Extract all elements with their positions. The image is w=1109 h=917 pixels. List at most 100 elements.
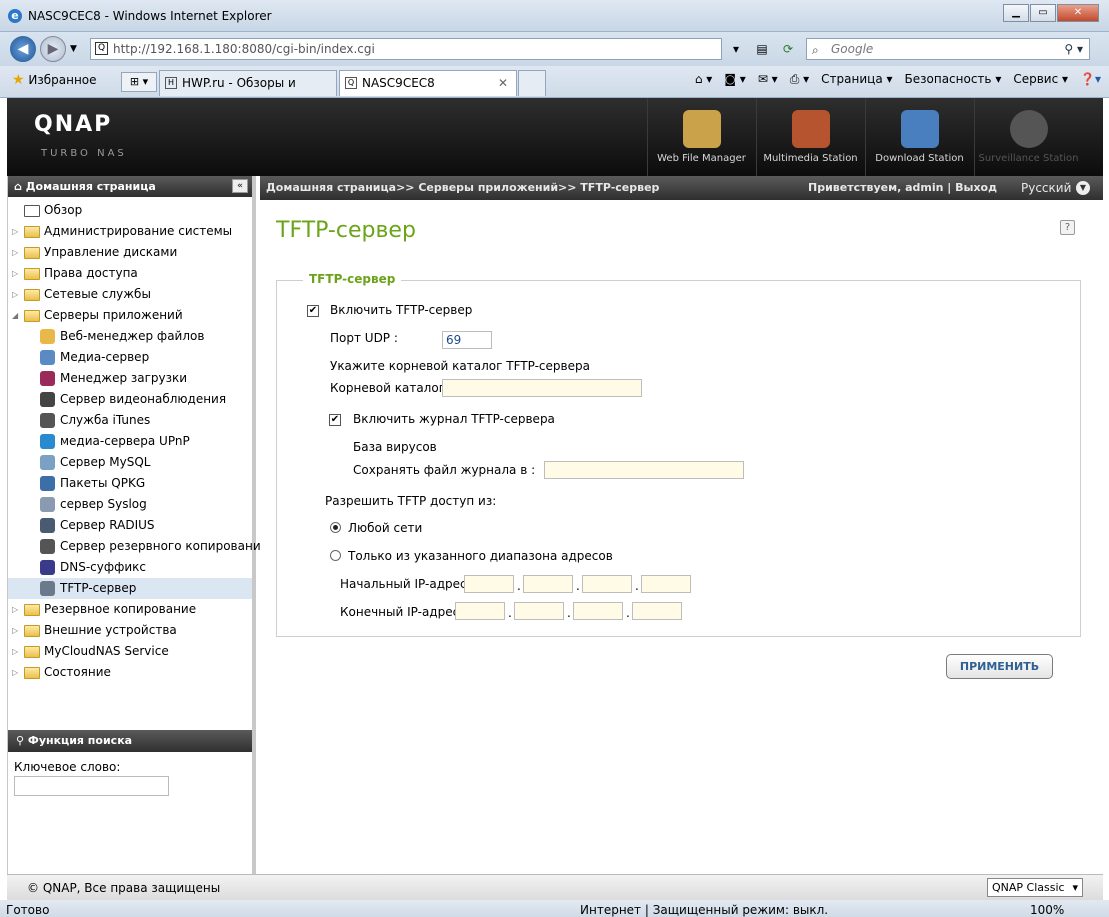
- end-ip-octet-3[interactable]: [573, 602, 623, 620]
- start-ip-octet-2[interactable]: [523, 575, 573, 593]
- back-button[interactable]: ◀: [10, 36, 36, 62]
- star-icon: ★: [12, 72, 25, 88]
- quick-tabs-icon[interactable]: ⊞ ▾: [121, 72, 157, 92]
- root-dir-input[interactable]: [442, 379, 642, 397]
- log-save-input[interactable]: [544, 461, 744, 479]
- sidebar-item[interactable]: ▷ Состояние: [8, 662, 252, 683]
- expanded-arrow-icon[interactable]: ◢: [12, 305, 18, 326]
- compatibility-view-icon[interactable]: ▤: [752, 39, 772, 59]
- sidebar-item[interactable]: ▷ Управление дисками: [8, 242, 252, 263]
- sidebar-item[interactable]: Медиа-сервер: [8, 347, 252, 368]
- search-field[interactable]: ⌕ Google ⚲ ▾: [806, 38, 1090, 60]
- start-ip-octet-1[interactable]: [464, 575, 514, 593]
- favorites-button[interactable]: ★ Избранное: [12, 72, 97, 88]
- refresh-icon[interactable]: ⟳: [778, 39, 798, 59]
- root-dir-label: Корневой каталог:: [330, 381, 450, 395]
- tab-nasc9cec8[interactable]: Q NASC9CEC8 ✕: [339, 70, 517, 96]
- sidebar-item[interactable]: DNS-суффикс: [8, 557, 252, 578]
- tab-hwp[interactable]: H HWP.ru - Обзоры и тесты...: [159, 70, 337, 114]
- station-surveillance[interactable]: Surveillance Station: [974, 98, 1082, 176]
- mail-icon[interactable]: ✉ ▾: [758, 72, 778, 87]
- search-icon[interactable]: ⚲ ▾: [1064, 39, 1083, 59]
- sidebar-item-label: сервер Syslog: [60, 497, 147, 511]
- copyright-text: © QNAP, Все права защищены: [27, 881, 221, 895]
- station-multimedia[interactable]: Multimedia Station: [756, 98, 864, 176]
- collapsed-arrow-icon[interactable]: ▷: [12, 242, 18, 263]
- collapsed-arrow-icon[interactable]: ▷: [12, 620, 18, 641]
- minimize-button[interactable]: ▁: [1003, 4, 1029, 22]
- sidebar-item[interactable]: Служба iTunes: [8, 410, 252, 431]
- sidebar-header[interactable]: ⌂ Домашняя страница «: [8, 176, 252, 197]
- sidebar-item[interactable]: Пакеты QPKG: [8, 473, 252, 494]
- search-panel-header: ⚲ Функция поиска: [8, 730, 252, 752]
- syslog-icon: [40, 497, 55, 512]
- zoom-level[interactable]: 100%: [1030, 903, 1064, 917]
- access-label: Разрешить TFTP доступ из:: [325, 494, 497, 508]
- help-icon[interactable]: ❓▾: [1080, 72, 1101, 87]
- sidebar-item[interactable]: ▷ Внешние устройства: [8, 620, 252, 641]
- collapse-sidebar-icon[interactable]: «: [232, 179, 248, 193]
- sidebar-item[interactable]: Менеджер загрузки: [8, 368, 252, 389]
- sidebar-item[interactable]: сервер Syslog: [8, 494, 252, 515]
- welcome-logout[interactable]: Приветствуем, admin | Выход: [808, 176, 997, 200]
- search-provider-icon: ⌕: [812, 43, 819, 57]
- sidebar-item[interactable]: ▷ Резервное копирование: [8, 599, 252, 620]
- new-tab-button[interactable]: [518, 70, 546, 96]
- enable-tftp-checkbox[interactable]: ✔: [307, 305, 319, 317]
- sidebar-item[interactable]: ◢ Серверы приложений: [8, 305, 252, 326]
- favorites-label: Избранное: [28, 73, 97, 87]
- station-download[interactable]: Download Station: [865, 98, 973, 176]
- sidebar-item[interactable]: TFTP-сервер: [8, 578, 252, 599]
- sidebar-item[interactable]: медиа-сервера UPnP: [8, 431, 252, 452]
- collapsed-arrow-icon[interactable]: ▷: [12, 263, 18, 284]
- help-icon[interactable]: ?: [1060, 220, 1075, 235]
- end-ip-octet-4[interactable]: [632, 602, 682, 620]
- sidebar-item[interactable]: Сервер видеонаблюдения: [8, 389, 252, 410]
- udp-port-input[interactable]: 69: [442, 331, 492, 349]
- breadcrumb[interactable]: Домашняя страница>> Серверы приложений>>…: [266, 181, 659, 194]
- url-field[interactable]: Q http://192.168.1.180:8080/cgi-bin/inde…: [90, 38, 722, 60]
- qnap-logo: QNAP: [34, 112, 113, 137]
- sidebar-item[interactable]: Обзор: [8, 200, 252, 221]
- sidebar-item[interactable]: Сервер MySQL: [8, 452, 252, 473]
- start-ip-octet-4[interactable]: [641, 575, 691, 593]
- any-network-radio[interactable]: [330, 522, 341, 533]
- menu-security[interactable]: Безопасность ▾: [905, 72, 1002, 87]
- enable-log-checkbox[interactable]: ✔: [329, 414, 341, 426]
- language-select[interactable]: Русский: [1021, 176, 1071, 200]
- collapsed-arrow-icon[interactable]: ▷: [12, 641, 18, 662]
- theme-select[interactable]: QNAP Classic ▾: [987, 878, 1083, 897]
- home-icon[interactable]: ⌂ ▾: [695, 72, 712, 87]
- close-tab-icon[interactable]: ✕: [498, 71, 508, 95]
- feeds-icon[interactable]: ◙ ▾: [724, 72, 745, 87]
- sidebar-item[interactable]: ▷ Сетевые службы: [8, 284, 252, 305]
- collapsed-arrow-icon[interactable]: ▷: [12, 221, 18, 242]
- sidebar-item[interactable]: Веб-менеджер файлов: [8, 326, 252, 347]
- collapsed-arrow-icon[interactable]: ▷: [12, 662, 18, 683]
- history-dropdown-icon[interactable]: ▼: [70, 44, 77, 54]
- print-icon[interactable]: ⎙ ▾: [790, 72, 809, 87]
- apply-button[interactable]: ПРИМЕНИТЬ: [946, 654, 1053, 679]
- sidebar-item[interactable]: ▷ MyCloudNAS Service: [8, 641, 252, 662]
- range-radio[interactable]: [330, 550, 341, 561]
- menu-page[interactable]: Страница ▾: [821, 72, 892, 87]
- keyword-input[interactable]: [14, 776, 169, 796]
- collapsed-arrow-icon[interactable]: ▷: [12, 284, 18, 305]
- forward-button[interactable]: ▶: [40, 36, 66, 62]
- maximize-button[interactable]: ▭: [1030, 4, 1056, 22]
- language-dropdown-icon[interactable]: ▼: [1076, 181, 1090, 195]
- enable-log-label: Включить журнал TFTP-сервера: [353, 412, 555, 426]
- sidebar-item[interactable]: ▷ Администрирование системы: [8, 221, 252, 242]
- start-ip-octet-3[interactable]: [582, 575, 632, 593]
- close-window-button[interactable]: ✕: [1057, 4, 1099, 22]
- end-ip-octet-2[interactable]: [514, 602, 564, 620]
- sidebar-item[interactable]: ▷ Права доступа: [8, 263, 252, 284]
- url-dropdown-icon[interactable]: ▾: [726, 39, 746, 59]
- menu-tools[interactable]: Сервис ▾: [1013, 72, 1068, 87]
- sidebar-item[interactable]: Сервер резервного копирования: [8, 536, 268, 557]
- station-web-file-manager[interactable]: Web File Manager: [647, 98, 755, 176]
- end-ip-octet-1[interactable]: [455, 602, 505, 620]
- collapsed-arrow-icon[interactable]: ▷: [12, 599, 18, 620]
- multimedia-icon: [791, 110, 830, 148]
- sidebar-item[interactable]: Сервер RADIUS: [8, 515, 252, 536]
